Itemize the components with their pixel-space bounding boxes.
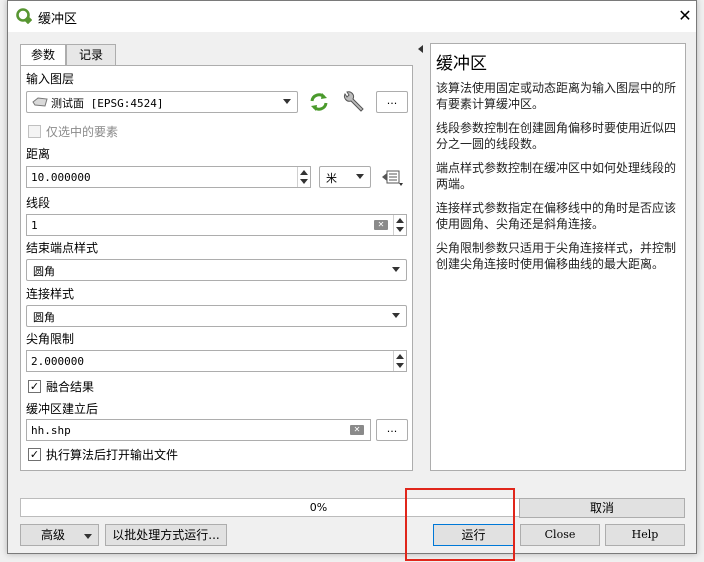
input-layer-label: 输入图层 (26, 72, 75, 86)
help-button[interactable]: Help (605, 524, 685, 546)
open-after-checkbox[interactable]: ✓ (28, 448, 41, 461)
help-paragraph: 线段参数控制在创建圆角偏移时要使用近似四分之一圆的线段数。 (436, 121, 677, 151)
buffer-dialog: 缓冲区 ✕ 参数 记录 输入图层 测试面 [EPSG:4524] ... 仅选中… (7, 0, 697, 561)
miter-limit-value: 2.000000 (31, 355, 84, 368)
distance-unit-value: 米 (326, 172, 337, 185)
join-style-combo[interactable]: 圆角 (26, 305, 407, 327)
distance-spinner[interactable] (297, 167, 310, 187)
segments-spinner[interactable] (393, 215, 406, 235)
segments-input[interactable]: 1 ✕ (26, 214, 407, 236)
chevron-down-icon (392, 313, 400, 318)
tab-log[interactable]: 记录 (66, 44, 116, 65)
segments-value: 1 (31, 219, 38, 232)
window-title: 缓冲区 (38, 12, 78, 27)
dissolve-label: 融合结果 (46, 380, 95, 394)
title-bar: 缓冲区 ✕ (8, 1, 696, 32)
tab-parameters[interactable]: 参数 (20, 44, 66, 66)
batch-process-button[interactable]: 以批处理方式运行... (105, 524, 227, 546)
distance-value: 10.000000 (31, 171, 91, 184)
end-cap-value: 圆角 (33, 265, 55, 278)
help-paragraph: 尖角限制参数只适用于尖角连接样式，并控制创建尖角连接时使用偏移曲线的最大距离。 (436, 241, 677, 271)
end-cap-combo[interactable]: 圆角 (26, 259, 407, 281)
output-file-input[interactable]: hh.shp ✕ (26, 419, 371, 441)
segments-label: 线段 (26, 196, 51, 210)
close-window-icon[interactable]: ✕ (675, 6, 695, 26)
miter-limit-input[interactable]: 2.000000 (26, 350, 407, 372)
end-cap-label: 结束端点样式 (26, 241, 99, 255)
chevron-down-icon (392, 267, 400, 272)
chevron-down-icon (356, 174, 364, 179)
join-style-label: 连接样式 (26, 287, 75, 301)
distance-input[interactable]: 10.000000 (26, 166, 311, 188)
miter-limit-label: 尖角限制 (26, 332, 75, 346)
distance-label: 距离 (26, 147, 51, 161)
parameters-panel: 输入图层 测试面 [EPSG:4524] ... 仅选中的要素 距离 10.00… (20, 65, 413, 471)
clear-icon[interactable]: ✕ (374, 220, 388, 230)
highlight-rectangle (405, 488, 515, 561)
close-button[interactable]: Close (520, 524, 600, 546)
output-browse-button[interactable]: ... (376, 419, 408, 441)
selected-only-label: 仅选中的要素 (46, 125, 119, 139)
wrench-icon[interactable] (341, 91, 365, 113)
polygon-layer-icon (32, 97, 48, 107)
miter-limit-spinner[interactable] (393, 351, 406, 371)
open-after-label: 执行算法后打开输出文件 (46, 448, 179, 462)
clear-icon[interactable]: ✕ (350, 425, 364, 435)
help-title: 缓冲区 (436, 54, 487, 74)
output-file-value: hh.shp (31, 424, 71, 437)
collapse-help-icon[interactable] (418, 45, 423, 53)
cancel-button[interactable]: 取消 (519, 498, 685, 518)
advanced-button[interactable]: 高级 (20, 524, 99, 546)
help-paragraph: 该算法使用固定或动态距离为输入图层中的所有要素计算缓冲区。 (436, 81, 677, 111)
data-defined-override-icon[interactable] (381, 169, 405, 187)
help-paragraph: 连接样式参数指定在偏移线中的角时是否应该使用圆角、尖角还是斜角连接。 (436, 201, 677, 231)
help-panel: 缓冲区 该算法使用固定或动态距离为输入图层中的所有要素计算缓冲区。 线段参数控制… (430, 43, 686, 471)
distance-unit-combo[interactable]: 米 (319, 166, 371, 188)
qgis-logo-icon (16, 8, 32, 24)
selected-only-checkbox[interactable] (28, 125, 41, 138)
output-label: 缓冲区建立后 (26, 402, 99, 416)
input-layer-value: 测试面 [EPSG:4524] (51, 97, 164, 110)
iterate-icon[interactable] (308, 92, 330, 112)
advanced-label: 高级 (41, 528, 66, 542)
chevron-down-icon (283, 99, 291, 104)
join-style-value: 圆角 (33, 311, 55, 324)
dissolve-checkbox[interactable]: ✓ (28, 380, 41, 393)
dots-label: ... (386, 422, 398, 435)
chevron-down-icon (84, 534, 92, 539)
dots-label: ... (386, 94, 398, 107)
help-paragraph: 端点样式参数控制在缓冲区中如何处理线段的两端。 (436, 161, 677, 191)
input-layer-options-button[interactable]: ... (376, 91, 408, 113)
input-layer-combo[interactable]: 测试面 [EPSG:4524] (26, 91, 298, 113)
